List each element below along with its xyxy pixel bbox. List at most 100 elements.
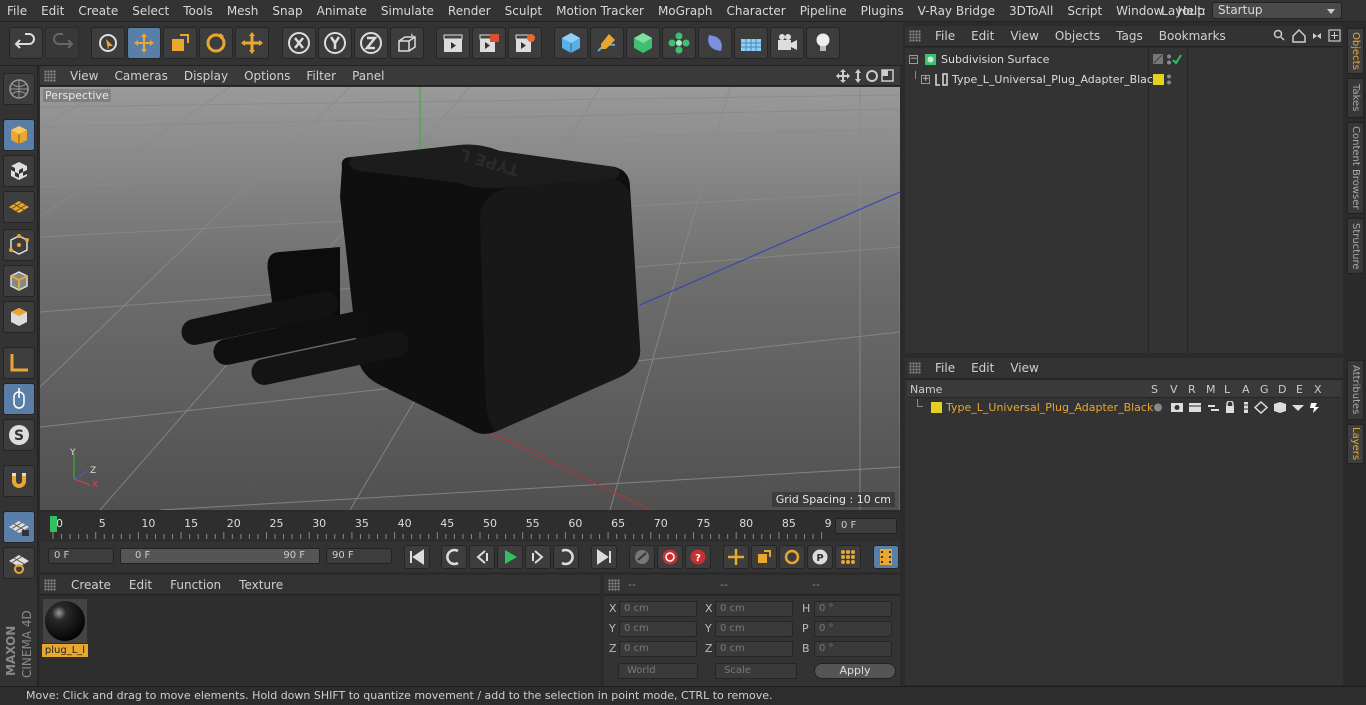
workplane-mode-button[interactable] [3, 191, 35, 223]
layer-toggle-icons[interactable] [1153, 401, 1333, 414]
add-environment-button[interactable] [734, 27, 768, 59]
layer-col-expressions[interactable]: E [1296, 383, 1303, 396]
viewport-menu-display[interactable]: Display [176, 69, 236, 83]
object-name[interactable]: Type_L_Universal_Plug_Adapter_Black [952, 73, 1159, 86]
add-spline-pen-button[interactable] [590, 27, 624, 59]
object-menu-edit[interactable]: Edit [963, 29, 1002, 43]
layer-col-deformers[interactable]: D [1278, 383, 1286, 396]
add-deformer-button[interactable] [698, 27, 732, 59]
object-row-plug-adapter[interactable]: + Type_L_Universal_Plug_Adapter_Black [905, 71, 1343, 89]
coord-size-z-field[interactable]: 0 cm [715, 641, 793, 657]
menu-plugins[interactable]: Plugins [854, 4, 911, 18]
menu-edit[interactable]: Edit [34, 4, 71, 18]
menu-pipeline[interactable]: Pipeline [793, 4, 854, 18]
coord-rot-p-field[interactable]: 0 ° [814, 621, 892, 637]
z-axis-lock-button[interactable] [354, 27, 388, 59]
tab-takes[interactable]: Takes [1347, 78, 1364, 118]
edge-mode-button[interactable] [3, 265, 35, 297]
current-frame-field[interactable]: 0 F [835, 518, 897, 534]
scale-tool-button[interactable] [163, 27, 197, 59]
collapse-icon[interactable]: − [909, 55, 918, 64]
menu-animate[interactable]: Animate [310, 4, 374, 18]
layer-col-render[interactable]: R [1188, 383, 1196, 396]
coord-pos-y-field[interactable]: 0 cm [619, 621, 697, 637]
x-axis-lock-button[interactable] [282, 27, 316, 59]
3d-viewport[interactable]: TYPE L Y Z X Perspective Grid Spacing : … [40, 87, 900, 510]
add-cube-button[interactable] [554, 27, 588, 59]
menu-motion-tracker[interactable]: Motion Tracker [549, 4, 651, 18]
add-light-button[interactable] [806, 27, 840, 59]
menu-file[interactable]: File [0, 4, 34, 18]
coord-pos-z-field[interactable]: 0 cm [619, 641, 697, 657]
snap-toggle-button[interactable] [3, 465, 35, 497]
workplane-lock-button[interactable] [3, 511, 35, 543]
coord-apply-button[interactable]: Apply [814, 663, 896, 679]
object-menu-file[interactable]: File [927, 29, 963, 43]
layout-dropdown[interactable]: Startup [1212, 2, 1342, 19]
coordinate-system-button[interactable] [390, 27, 424, 59]
panel-grip-icon[interactable] [608, 579, 620, 591]
material-menu-function[interactable]: Function [161, 578, 230, 592]
redo-button[interactable] [45, 27, 79, 59]
object-row-subdivision[interactable]: − Subdivision Surface [905, 51, 1343, 69]
menu-mesh[interactable]: Mesh [220, 4, 266, 18]
key-scale-button[interactable] [751, 545, 777, 569]
model-mode-button[interactable] [3, 119, 35, 151]
menu-vray-bridge[interactable]: V-Ray Bridge [911, 4, 1002, 18]
live-selection-button[interactable] [91, 27, 125, 59]
render-picture-viewer-button[interactable] [472, 27, 506, 59]
move-tool-button[interactable] [127, 27, 161, 59]
timeline-window-button[interactable] [873, 545, 899, 569]
key-rotation-button[interactable] [779, 545, 805, 569]
axis-mode-button[interactable] [3, 347, 35, 379]
next-key-button[interactable] [553, 545, 579, 569]
material-menu-texture[interactable]: Texture [230, 578, 292, 592]
viewport-menu-filter[interactable]: Filter [298, 69, 344, 83]
material-menu-create[interactable]: Create [62, 578, 120, 592]
menu-character[interactable]: Character [719, 4, 792, 18]
polygon-mode-button[interactable] [3, 301, 35, 333]
timeline-ruler[interactable]: 0 5 10 15 20 25 30 35 40 45 50 55 60 65 70 75 80 85 90 [48, 514, 832, 540]
key-pla-button[interactable] [835, 545, 861, 569]
layer-col-manager[interactable]: M [1206, 383, 1216, 396]
point-mode-button[interactable] [3, 229, 35, 261]
tab-structure[interactable]: Structure [1347, 218, 1364, 274]
layer-name[interactable]: Type_L_Universal_Plug_Adapter_Black [946, 401, 1153, 414]
make-editable-button[interactable] [3, 73, 35, 105]
frame-range-slider[interactable]: 0 F 90 F [120, 548, 320, 564]
panel-grip-icon[interactable] [909, 362, 921, 374]
material-item[interactable]: plug_L_l [42, 598, 88, 658]
layer-menu-view[interactable]: View [1002, 361, 1046, 375]
playhead[interactable] [50, 516, 57, 532]
tab-layers[interactable]: Layers [1347, 424, 1364, 464]
visibility-toggles[interactable] [1152, 53, 1182, 66]
coord-size-y-field[interactable]: 0 cm [715, 621, 793, 637]
go-to-end-button[interactable] [591, 545, 617, 569]
menu-mograph[interactable]: MoGraph [651, 4, 720, 18]
object-menu-tags[interactable]: Tags [1108, 29, 1151, 43]
add-nurbs-button[interactable] [626, 27, 660, 59]
menu-3dtoall[interactable]: 3DToAll [1002, 4, 1060, 18]
menu-sculpt[interactable]: Sculpt [498, 4, 549, 18]
coord-size-x-field[interactable]: 0 cm [715, 601, 793, 617]
menu-render[interactable]: Render [441, 4, 498, 18]
panel-grip-icon[interactable] [909, 30, 921, 42]
add-mograph-button[interactable] [662, 27, 696, 59]
motion-record-button[interactable] [629, 545, 655, 569]
object-manager-nav-icons[interactable] [1273, 29, 1341, 43]
key-position-button[interactable] [723, 545, 749, 569]
object-menu-objects[interactable]: Objects [1047, 29, 1108, 43]
autokey-button[interactable]: ? [685, 545, 711, 569]
layer-col-locked[interactable]: L [1224, 383, 1230, 396]
menu-create[interactable]: Create [71, 4, 125, 18]
add-camera-button[interactable] [770, 27, 804, 59]
timeline[interactable]: 0 5 10 15 20 25 30 35 40 45 50 55 60 65 70 75 80 85 90 0 F [40, 512, 900, 542]
menu-tools[interactable]: Tools [176, 4, 220, 18]
end-frame-field[interactable]: 90 F [326, 548, 392, 564]
material-menu-edit[interactable]: Edit [120, 578, 161, 592]
viewport-camera-label[interactable]: Perspective [43, 89, 111, 102]
material-name[interactable]: plug_L_l [42, 644, 88, 657]
tab-objects[interactable]: Objects [1347, 28, 1364, 74]
y-axis-lock-button[interactable] [318, 27, 352, 59]
render-view-button[interactable] [436, 27, 470, 59]
